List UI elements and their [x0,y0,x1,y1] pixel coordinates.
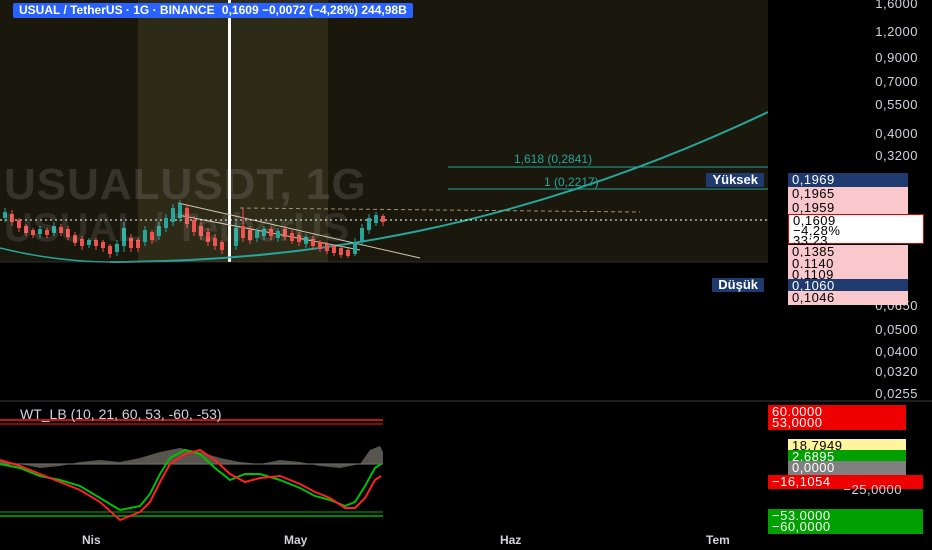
price-tick: 0,5500 [875,97,918,112]
price-tick: 0,0500 [875,322,918,337]
fib-label-1: 1 (0,2217) [544,175,599,189]
candle [360,228,364,242]
current-price-box: 0,1609 −4,28% 33:23 [788,214,924,247]
price-tick: 0,0400 [875,344,918,359]
price-tick: 0,0255 [875,386,918,401]
price-tag: 0,1046 [788,291,908,305]
candle [353,242,357,254]
high-price-tag: 0,1969 [788,173,908,187]
osc-tick: −25,0000 [843,482,902,497]
symbol-watermark: USUALUSDT, 1G [4,160,367,209]
osc-zero-tag: 0,0000 [788,461,906,475]
histogram-area [0,446,383,468]
time-axis[interactable]: Nis May Haz Tem [0,530,768,550]
price-tick: 0,9000 [875,50,918,65]
price-tag: 0,1965 [788,187,908,201]
candle [374,215,378,223]
low-label: Düşük [712,278,764,292]
symbol-name[interactable]: USUAL / TetherUS · 1G · BINANCE [19,3,215,17]
osc-level-tag: 53,0000 [768,416,906,430]
price-chart-pane[interactable]: USUAL / TetherUS · 1G · BINANCE 0,1609 −… [0,0,768,400]
price-tick: 0,7000 [875,74,918,89]
symbol-banner[interactable]: USUAL / TetherUS · 1G · BINANCE 0,1609 −… [13,3,413,18]
high-label: Yüksek [706,173,764,187]
symbol-price-info: 0,1609 −0,0072 (−4,28%) 244,98B [221,3,407,17]
time-label-haz: Haz [500,533,522,547]
symbol-name-watermark: USUAL / TetherUS [4,206,350,250]
time-label-nis: Nis [82,533,101,547]
price-tick: 0,0320 [875,364,918,379]
price-tick: 1,6000 [875,0,918,11]
candle [367,218,371,230]
candle [381,216,385,222]
oscillator-pane[interactable]: WT_LB (10, 21, 60, 53, -60, -53) [0,402,768,530]
indicator-title[interactable]: WT_LB (10, 21, 60, 53, -60, -53) [20,406,222,422]
osc-level-tag: −60,0000 [768,520,923,534]
time-label-tem: Tem [706,533,730,547]
time-label-may: May [284,533,308,547]
price-tick: 0,4000 [875,126,918,141]
price-tick: 0,3200 [875,148,918,163]
price-axis[interactable]: 1,6000 1,2000 0,9000 0,7000 0,5500 0,400… [768,0,932,550]
fib-label-1618: 1,618 (0,2841) [514,152,593,166]
price-tick: 1,2000 [875,24,918,39]
